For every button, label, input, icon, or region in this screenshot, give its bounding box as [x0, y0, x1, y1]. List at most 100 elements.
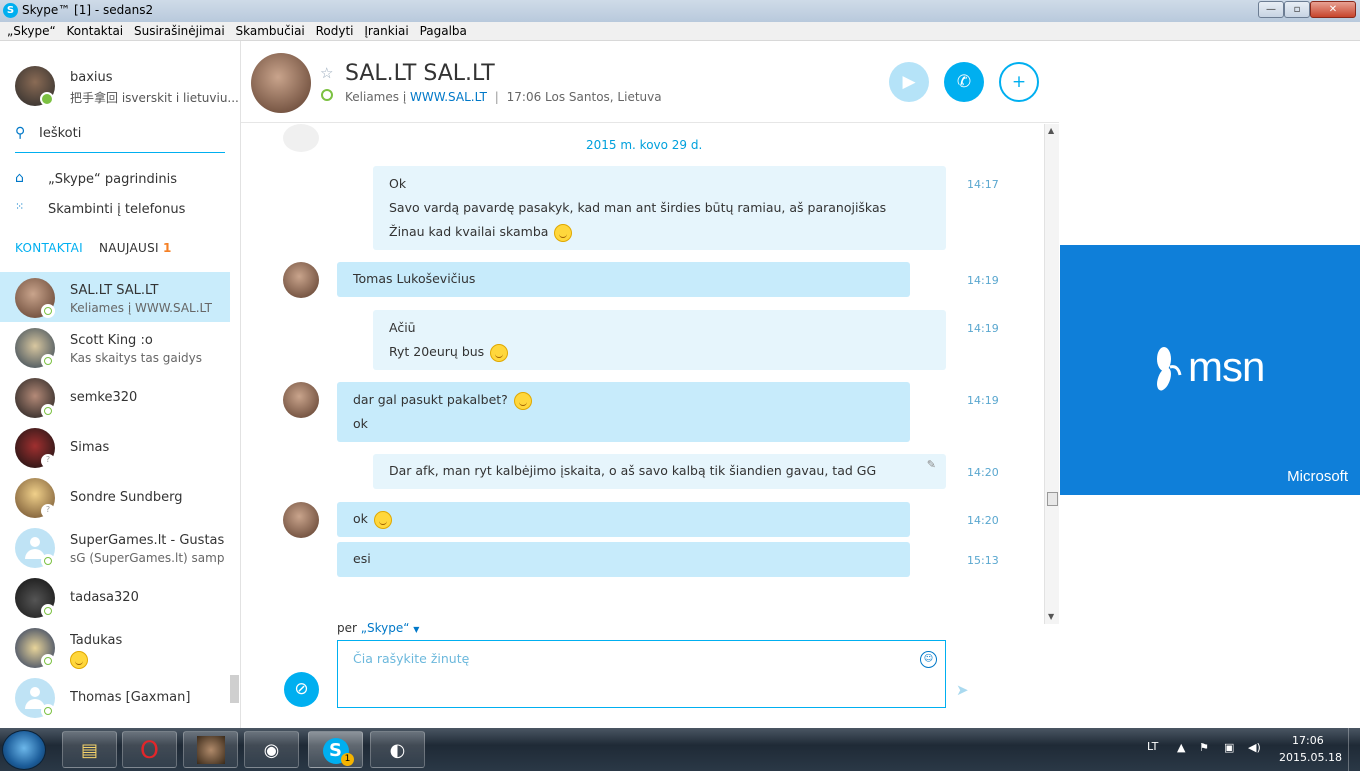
my-mood-message[interactable]: 把手拿回 isverskit i lietuviu... [70, 89, 239, 106]
contact-item[interactable]: Scott King :o Kas skaitys tas gaidys [0, 322, 230, 372]
scroll-down-arrow-icon[interactable]: ▼ [1048, 612, 1054, 621]
contact-item[interactable]: tadasa320 [0, 572, 230, 622]
nav-call-phones-label: Skambinti į telefonus [48, 202, 186, 217]
sender-avatar[interactable] [283, 502, 319, 538]
contact-item[interactable]: SAL.LT SAL.LT Keliames į WWW.SAL.LT [0, 272, 230, 322]
message-line: ok [353, 507, 894, 531]
close-button[interactable]: ✕ [1310, 1, 1356, 18]
contact-item[interactable]: SuperGames.lt - Gustas... sG (SuperGames… [0, 522, 230, 572]
clock-date[interactable]: 2015.05.18 [1279, 751, 1342, 764]
sender-avatar[interactable] [283, 262, 319, 298]
contact-item[interactable]: semke320 [0, 372, 230, 422]
menu-view[interactable]: Rodyti [316, 22, 354, 38]
dialpad-icon: ⁙ [15, 200, 25, 213]
scroll-up-arrow-icon[interactable]: ▲ [1048, 126, 1054, 135]
taskbar-skype-button[interactable]: S 1 [308, 731, 363, 768]
maximize-button[interactable]: ▫ [1284, 1, 1310, 18]
contact-name: SuperGames.lt - Gustas... [70, 533, 225, 548]
keyboard-language[interactable]: LT [1147, 740, 1158, 753]
message-line: dar gal pasukt pakalbet? [353, 388, 894, 412]
folder-icon: ▤ [80, 740, 98, 761]
desktop: S Skype™ [1] - sedans2 — ▫ ✕ „Skype“ Kon… [0, 0, 1360, 771]
message-timestamp: 14:17 [967, 178, 999, 191]
volume-icon[interactable]: ◀) [1248, 741, 1261, 754]
contact-mood-emoticon [70, 651, 225, 669]
message-scrollbar[interactable]: ▲ ▼ [1044, 124, 1059, 624]
my-name[interactable]: baxius [70, 70, 113, 85]
video-call-button[interactable]: ▶ [889, 62, 929, 102]
network-icon[interactable]: ▣ [1224, 741, 1234, 754]
status-online-icon [41, 704, 55, 718]
taskbar-explorer-button[interactable]: ▤ [62, 731, 117, 768]
sender-avatar[interactable] [283, 382, 319, 418]
send-via-selector[interactable]: per „Skype“ ▼ [337, 621, 419, 635]
conversation-avatar[interactable] [251, 53, 311, 113]
star-icon[interactable]: ☆ [320, 64, 333, 82]
status-unknown-icon [41, 504, 55, 518]
tab-contacts[interactable]: KONTAKTAI [15, 241, 83, 255]
my-status-indicator[interactable] [40, 92, 54, 106]
attach-button[interactable]: ⊘ [284, 672, 319, 707]
steam-icon: ◉ [263, 740, 280, 761]
status-online-icon [321, 89, 333, 101]
menu-help[interactable]: Pagalba [420, 22, 467, 38]
contact-item[interactable]: Thomas [Gaxman] [0, 672, 230, 722]
teamspeak-icon: ◐ [389, 740, 406, 761]
send-via-value: „Skype“ [360, 621, 410, 635]
action-center-flag-icon[interactable]: ⚑ [1199, 741, 1209, 754]
start-button[interactable] [2, 730, 46, 770]
scrollbar-thumb[interactable] [1047, 492, 1058, 506]
nav-skype-home[interactable]: ⌂ „Skype“ pagrindinis [15, 169, 230, 191]
contact-name: SAL.LT SAL.LT [70, 283, 159, 298]
video-icon: ▶ [902, 72, 916, 92]
contact-name: Thomas [Gaxman] [70, 690, 191, 705]
taskbar-opera-button[interactable]: O [122, 731, 177, 768]
message-bubble-incoming[interactable]: dar gal pasukt pakalbet? ok [337, 382, 910, 442]
message-timestamp: 14:19 [967, 322, 999, 335]
taskbar-game-button[interactable] [183, 731, 238, 768]
tray-expand-icon[interactable]: ▲ [1177, 741, 1185, 754]
conversation-title[interactable]: SAL.LT SAL.LT [345, 61, 495, 86]
msn-banner-ad[interactable]: msn Microsoft [1060, 245, 1360, 495]
message-bubble-outgoing[interactable]: Ok Savo vardą pavardę pasakyk, kad man a… [373, 166, 946, 250]
voice-call-button[interactable]: ✆ [944, 62, 984, 102]
status-online-icon [41, 404, 55, 418]
contact-mood: sG (SuperGames.lt) samp... [70, 551, 225, 565]
emoticon-icon[interactable]: ☺ [920, 651, 937, 668]
contact-item[interactable]: Tadukas [0, 622, 230, 672]
tab-recent[interactable]: NAUJAUSI 1 [99, 241, 172, 255]
sidebar: baxius 把手拿回 isverskit i lietuviu... ⚲ Ie… [0, 41, 241, 728]
taskbar-teamspeak-button[interactable]: ◐ [370, 731, 425, 768]
message-line: esi [353, 551, 371, 566]
conversation-mood-link[interactable]: WWW.SAL.LT [410, 90, 487, 104]
message-bubble-outgoing[interactable]: Dar afk, man ryt kalbėjimo įskaita, o aš… [373, 454, 946, 489]
show-desktop-button[interactable] [1348, 728, 1360, 771]
ad-panel: msn Microsoft [1060, 41, 1360, 728]
search-box[interactable]: ⚲ Ieškoti [15, 121, 225, 153]
contact-list: SAL.LT SAL.LT Keliames į WWW.SAL.LT Scot… [0, 272, 230, 722]
search-label: Ieškoti [39, 126, 82, 141]
send-icon[interactable]: ➤ [956, 681, 969, 699]
message-text: Ryt 20eurų bus [389, 344, 485, 359]
message-bubble-outgoing[interactable]: Ačiū Ryt 20eurų bus [373, 310, 946, 370]
taskbar-steam-button[interactable]: ◉ [244, 731, 299, 768]
nav-call-phones[interactable]: ⁙ Skambinti į telefonus [15, 199, 230, 221]
message-line: Ok [389, 176, 407, 191]
message-input[interactable] [338, 641, 908, 675]
contact-item[interactable]: Sondre Sundberg [0, 472, 230, 522]
message-bubble-incoming[interactable]: ok [337, 502, 910, 537]
menu-tools[interactable]: Įrankiai [364, 22, 408, 38]
menu-calls[interactable]: Skambučiai [236, 22, 305, 38]
contact-item[interactable]: Simas [0, 422, 230, 472]
message-line: Dar afk, man ryt kalbėjimo įskaita, o aš… [389, 463, 877, 478]
pencil-icon[interactable]: ✎ [927, 458, 936, 471]
minimize-button[interactable]: — [1258, 1, 1284, 18]
message-bubble-incoming[interactable]: Tomas Lukoševičius [337, 262, 910, 297]
sidebar-scrollbar[interactable] [230, 675, 239, 703]
tab-recent-label: NAUJAUSI [99, 241, 159, 255]
faded-previous-message [283, 124, 319, 152]
contact-name: Sondre Sundberg [70, 490, 183, 505]
message-bubble-incoming[interactable]: esi [337, 542, 910, 577]
clock-time[interactable]: 17:06 [1292, 734, 1324, 747]
add-people-button[interactable]: + [999, 62, 1039, 102]
